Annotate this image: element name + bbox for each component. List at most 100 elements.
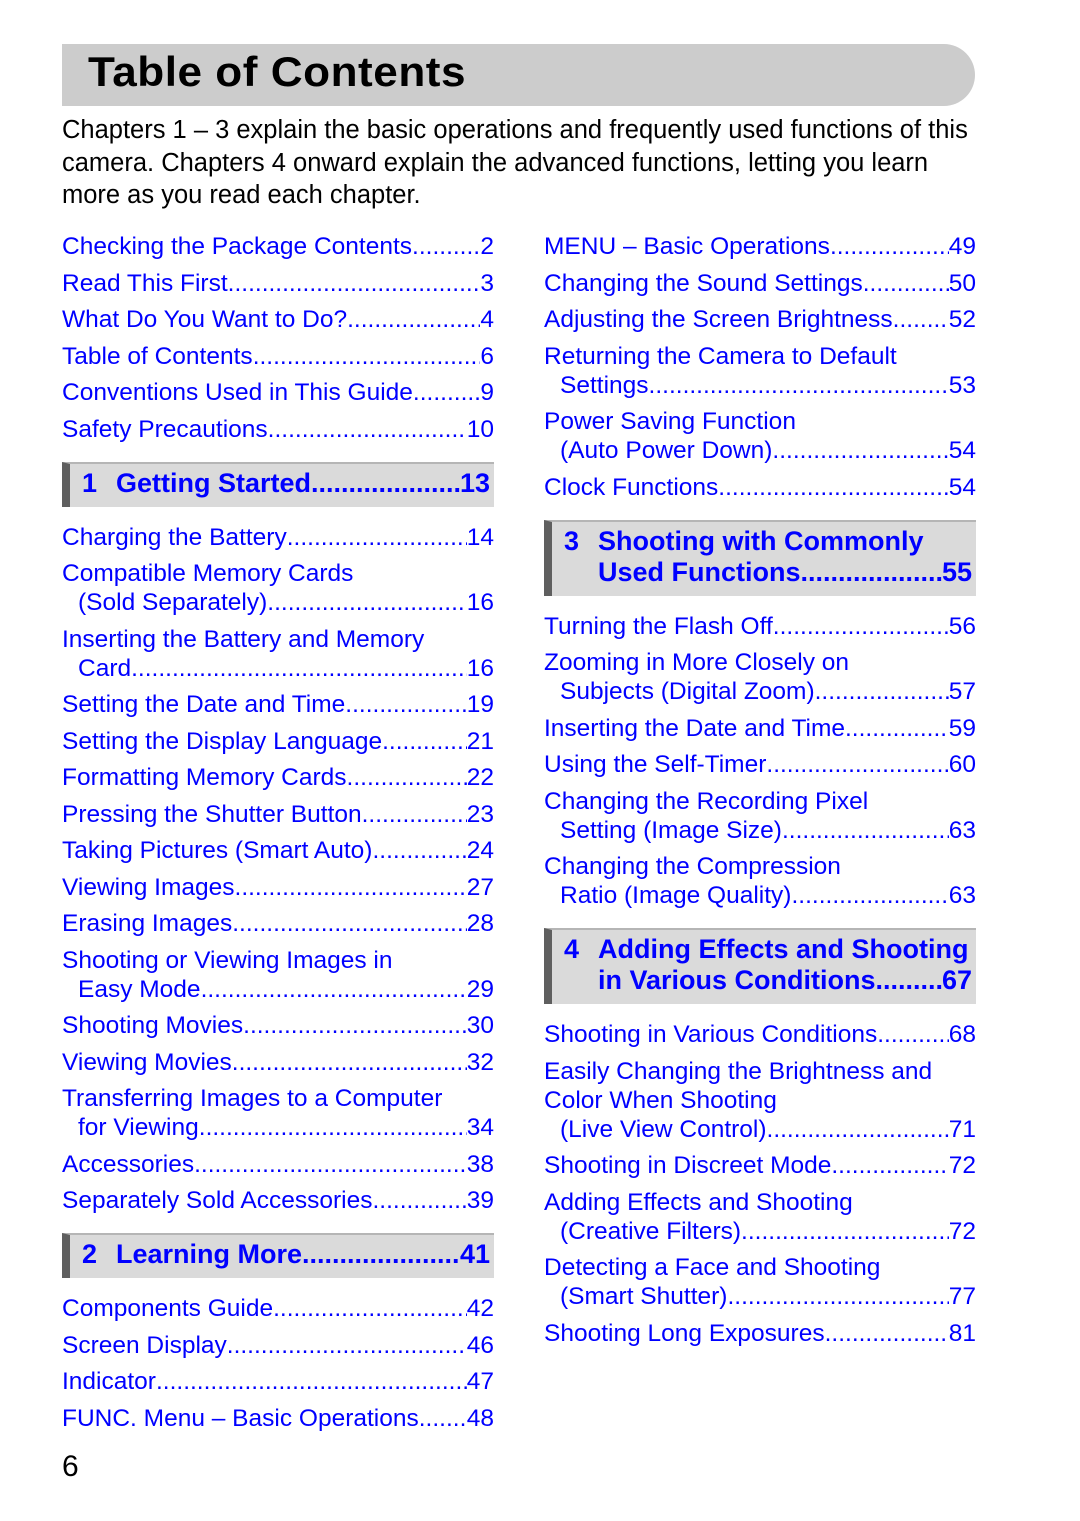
toc-entry-last-line: for Viewing 34 xyxy=(62,1113,494,1142)
toc-entry-page: 39 xyxy=(466,1187,494,1214)
toc-entry[interactable]: Compatible Memory Cards (Sold Separately)… xyxy=(62,559,494,617)
toc-entry[interactable]: Screen Display 46 xyxy=(62,1331,494,1360)
toc-entry-last-line: Setting (Image Size) 63 xyxy=(544,816,976,845)
toc-entry[interactable]: MENU – Basic Operations 49 xyxy=(544,232,976,261)
toc-entry-label: Card xyxy=(78,654,132,682)
toc-entry[interactable]: Easily Changing the Brightness and Color … xyxy=(544,1057,976,1144)
toc-entry-page: 29 xyxy=(466,975,494,1003)
toc-entry[interactable]: Charging the Battery 14 xyxy=(62,523,494,552)
toc-entry[interactable]: Power Saving Function(Auto Power Down) 54 xyxy=(544,407,976,465)
toc-entry-text: Accessories 38 xyxy=(62,1150,494,1179)
chapter-2-heading[interactable]: 2 Learning More 41 xyxy=(62,1233,494,1278)
toc-entry-label: FUNC. Menu – Basic Operations xyxy=(62,1404,419,1432)
toc-entry-label: Shooting in Various Conditions xyxy=(544,1021,878,1048)
toc-entry-last-line: Ratio (Image Quality) 63 xyxy=(544,881,976,910)
chapter-1-heading[interactable]: 1 Getting Started 13 xyxy=(62,461,494,507)
toc-entry-label: Setting the Display Language xyxy=(62,727,383,755)
toc-entry[interactable]: Shooting Movies 30 xyxy=(62,1011,494,1040)
toc-entry[interactable]: Adding Effects and Shooting (Creative Fil… xyxy=(544,1188,976,1246)
toc-entry-text: Adding Effects and Shooting (Creative Fil… xyxy=(544,1188,976,1246)
toc-entry[interactable]: Components Guide 42 xyxy=(62,1294,494,1323)
toc-entry-label: Setting the Date and Time xyxy=(62,691,346,718)
toc-entry-page: 46 xyxy=(466,1331,494,1359)
toc-entry[interactable]: Shooting in Discreet Mode 72 xyxy=(544,1151,976,1180)
toc-entry[interactable]: What Do You Want to Do? 4 xyxy=(62,305,494,334)
toc-entry[interactable]: Accessories 38 xyxy=(62,1150,494,1179)
toc-entry-label-line: Power Saving Function xyxy=(544,408,796,435)
toc-entry-last-line: What Do You Want to Do? 4 xyxy=(62,305,494,334)
toc-entry[interactable]: Formatting Memory Cards 22 xyxy=(62,763,494,792)
toc-entry[interactable]: Setting the Date and Time 19 xyxy=(62,690,494,719)
toc-entry[interactable]: Pressing the Shutter Button 23 xyxy=(62,800,494,829)
toc-entry[interactable]: Using the Self-Timer 60 xyxy=(544,750,976,779)
dot-leader xyxy=(741,1217,949,1246)
toc-entry[interactable]: Separately Sold Accessories 39 xyxy=(62,1186,494,1215)
toc-entry[interactable]: Returning the Camera to DefaultSettings 5… xyxy=(544,342,976,400)
toc-entry[interactable]: Changing the Recording Pixel Setting (Ima… xyxy=(544,787,976,845)
toc-entry[interactable]: Shooting or Viewing Images inEasy Mode 29 xyxy=(62,946,494,1004)
toc-entry-page: 10 xyxy=(466,415,494,443)
dot-leader xyxy=(801,557,942,588)
toc-left-column: Checking the Package Contents 2 Read This … xyxy=(62,232,494,1440)
toc-entry-text: Indicator 47 xyxy=(62,1367,494,1396)
toc-entry-last-line: Viewing Movies 32 xyxy=(62,1048,494,1077)
toc-entry-text: Transferring Images to a Computer for Vie… xyxy=(62,1084,494,1142)
toc-entry-label: MENU – Basic Operations xyxy=(544,233,830,260)
toc-entry[interactable]: Shooting Long Exposures 81 xyxy=(544,1319,976,1348)
toc-entry-last-line: (Smart Shutter) 77 xyxy=(544,1282,976,1311)
chapter-title-last-line: Used Functions 55 xyxy=(598,557,972,588)
toc-entry[interactable]: Detecting a Face and Shooting (Smart Shut… xyxy=(544,1253,976,1311)
page-number: 6 xyxy=(62,1450,79,1483)
toc-entry[interactable]: Indicator 47 xyxy=(62,1367,494,1396)
toc-entry[interactable]: Checking the Package Contents 2 xyxy=(62,232,494,261)
toc-entry[interactable]: FUNC. Menu – Basic Operations 48 xyxy=(62,1404,494,1433)
toc-entry[interactable]: Zooming in More Closely on Subjects (Digi… xyxy=(544,648,976,706)
toc-entry[interactable]: Inserting the Date and Time 59 xyxy=(544,714,976,743)
toc-entry-text: Compatible Memory Cards (Sold Separately)… xyxy=(62,559,494,617)
toc-entry-label: Turning the Flash Off xyxy=(544,612,773,640)
toc-entry-page: 56 xyxy=(948,612,976,640)
toc-entry[interactable]: Shooting in Various Conditions 68 xyxy=(544,1020,976,1049)
chapter-title-last-line: in Various Conditions 67 xyxy=(598,965,972,996)
toc-entry[interactable]: Adjusting the Screen Brightness 52 xyxy=(544,305,976,334)
chapter-3-heading[interactable]: 3 Shooting with CommonlyUsed Functions 55 xyxy=(544,519,976,596)
dot-leader xyxy=(194,1150,467,1179)
chapter-title-last-line: Getting Started 13 xyxy=(116,468,490,499)
toc-entry[interactable]: Changing the Compression Ratio (Image Qua… xyxy=(544,852,976,910)
toc-entry-last-line: Taking Pictures (Smart Auto) 24 xyxy=(62,836,494,865)
toc-entry-label: Conventions Used in This Guide xyxy=(62,379,413,406)
toc-entry[interactable]: Taking Pictures (Smart Auto) 24 xyxy=(62,836,494,865)
toc-entry-text: Detecting a Face and Shooting (Smart Shut… xyxy=(544,1253,976,1311)
dot-leader xyxy=(876,965,942,996)
toc-entry[interactable]: Setting the Display Language 21 xyxy=(62,727,494,756)
toc-entry-page: 16 xyxy=(466,589,494,616)
toc-entry[interactable]: Changing the Sound Settings 50 xyxy=(544,269,976,298)
toc-entry[interactable]: Conventions Used in This Guide 9 xyxy=(62,378,494,407)
toc-entry[interactable]: Erasing Images 28 xyxy=(62,909,494,938)
toc-entry-label: Viewing Images xyxy=(62,873,235,901)
toc-entry[interactable]: Clock Functions 54 xyxy=(544,473,976,502)
toc-entry-page: 19 xyxy=(466,691,494,718)
toc-entry-label: Charging the Battery xyxy=(62,523,287,551)
chapter-title-line: Shooting with Commonly xyxy=(598,525,924,556)
chapter-title: Getting Started 13 xyxy=(116,468,490,499)
toc-entry[interactable]: Inserting the Battery and MemoryCard 16 xyxy=(62,625,494,683)
toc-entry-page: 54 xyxy=(948,473,976,501)
chapter-4-heading[interactable]: 4 Adding Effects and Shooting in Various C… xyxy=(544,928,976,1004)
toc-entry[interactable]: Viewing Movies 32 xyxy=(62,1048,494,1077)
dot-leader xyxy=(302,1239,460,1270)
toc-entry-text: Erasing Images 28 xyxy=(62,909,494,938)
dot-leader xyxy=(893,305,949,334)
dot-leader xyxy=(362,800,467,829)
toc-entry[interactable]: Viewing Images 27 xyxy=(62,873,494,902)
chapter-title-label: Used Functions xyxy=(598,556,801,587)
toc-entry-label: Setting (Image Size) xyxy=(560,816,782,844)
dot-leader xyxy=(373,1186,467,1215)
toc-entry-label-line: Shooting or Viewing Images in xyxy=(62,946,393,974)
toc-entry[interactable]: Turning the Flash Off 56 xyxy=(544,612,976,641)
toc-entry[interactable]: Safety Precautions 10 xyxy=(62,415,494,444)
toc-entry[interactable]: Table of Contents 6 xyxy=(62,342,494,371)
chapter-title: Shooting with CommonlyUsed Functions 55 xyxy=(598,526,972,588)
toc-entry[interactable]: Read This First 3 xyxy=(62,269,494,298)
toc-entry[interactable]: Transferring Images to a Computer for Vie… xyxy=(62,1084,494,1142)
